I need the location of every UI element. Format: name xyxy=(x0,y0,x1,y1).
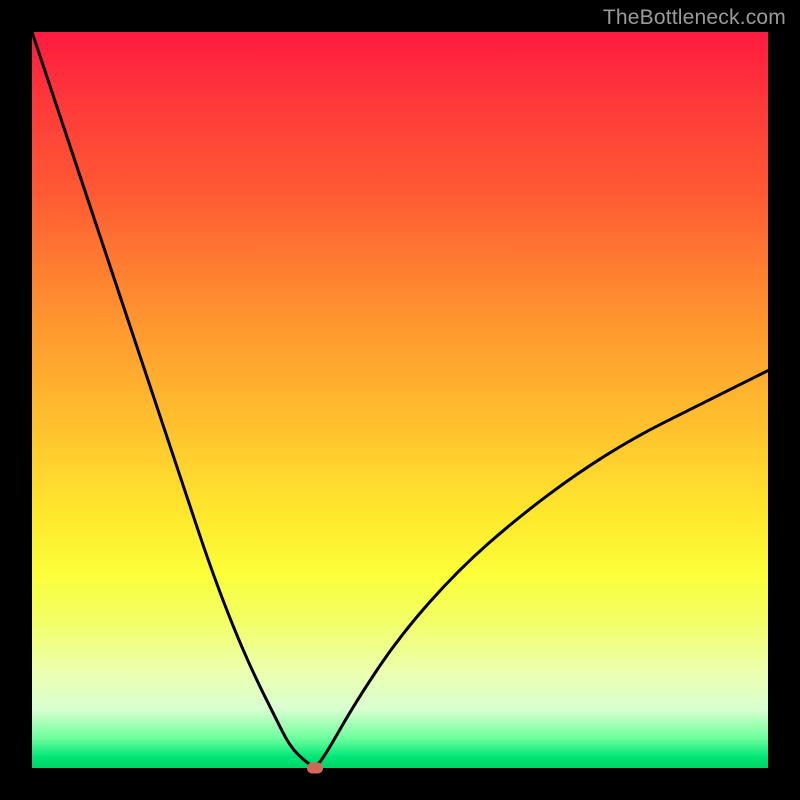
curve-path xyxy=(32,32,768,766)
optimal-point-marker xyxy=(307,763,323,774)
chart-frame: TheBottleneck.com xyxy=(0,0,800,800)
bottleneck-curve xyxy=(32,32,768,768)
plot-area xyxy=(32,32,768,768)
watermark-text: TheBottleneck.com xyxy=(603,6,786,30)
